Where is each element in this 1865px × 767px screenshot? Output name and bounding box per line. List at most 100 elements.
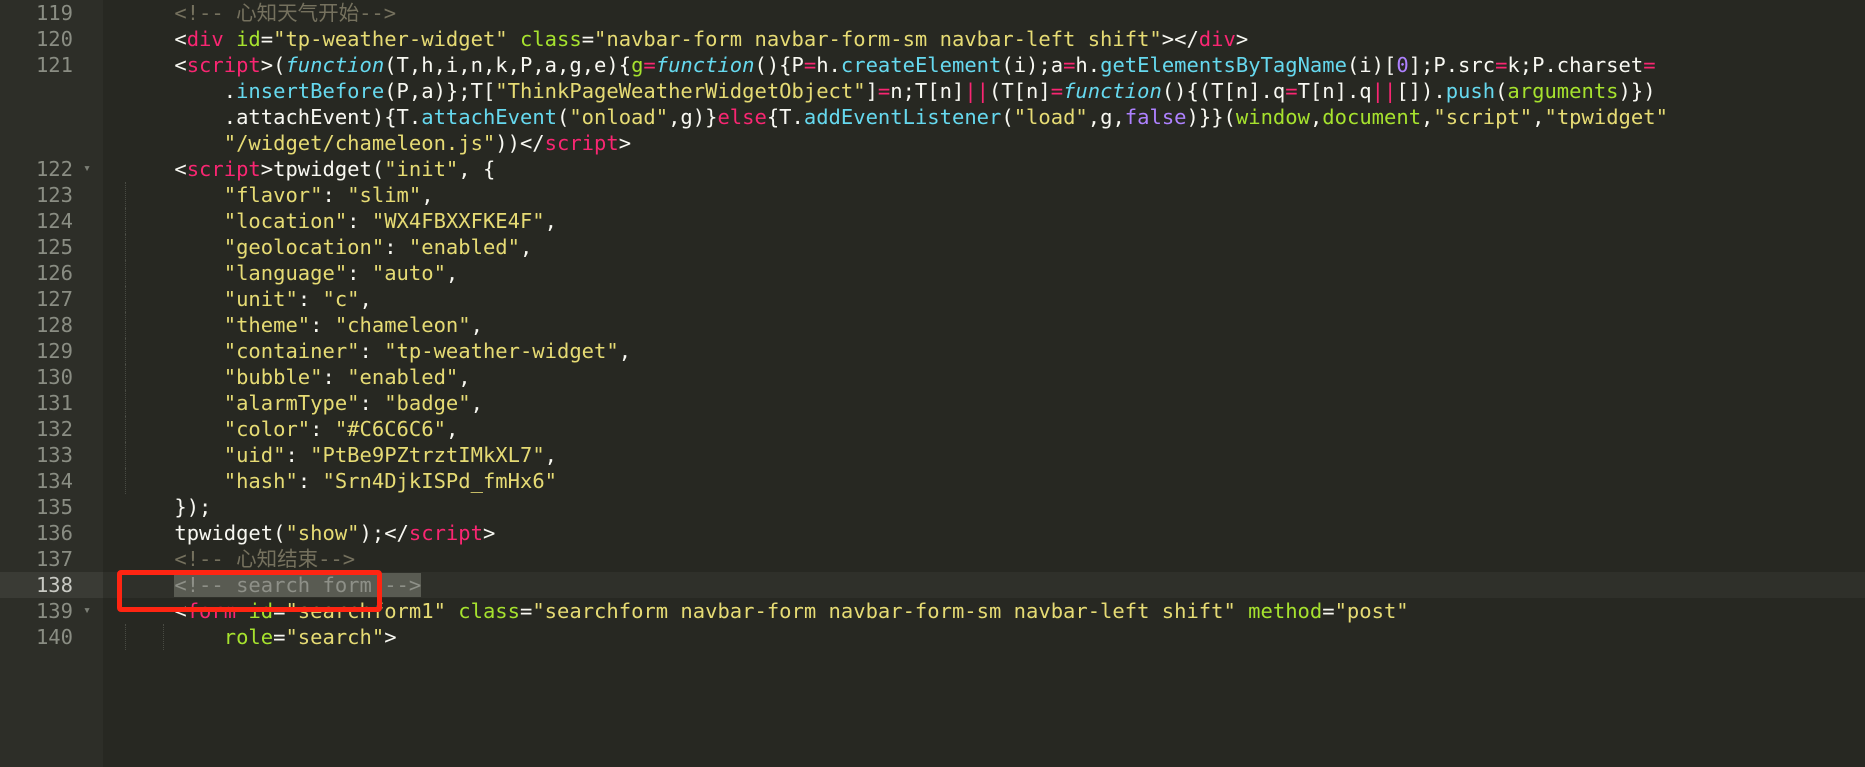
indent-guide — [125, 286, 126, 312]
line-number-133[interactable]: 133 — [0, 442, 103, 468]
line-number-136[interactable]: 136 — [0, 520, 103, 546]
line-number-122[interactable]: 122 ▾ — [0, 156, 103, 182]
code-token: "enabled" — [408, 235, 520, 259]
line-number-129[interactable]: 129 — [0, 338, 103, 364]
chevron-down-icon[interactable]: ▾ — [79, 598, 95, 624]
code-line-wrapped[interactable]: .attachEvent){T.attachEvent("onload",g)}… — [103, 104, 1865, 130]
line-number-label: 127 — [35, 287, 73, 311]
code-token: "color" — [223, 417, 311, 441]
line-number-119[interactable]: 119 — [0, 0, 103, 26]
line-number-135[interactable]: 135 — [0, 494, 103, 520]
code-line-wrapped[interactable]: "/widget/chameleon.js"))</script> — [103, 130, 1865, 156]
code-token: script — [186, 157, 261, 181]
code-token: ></ — [1161, 27, 1199, 51]
line-number-125[interactable]: 125 — [0, 234, 103, 260]
code-editor[interactable]: 119 120 121 122 ▾ 123 124 125 126 127 128 129 130 131… — [0, 0, 1865, 767]
code-line-136[interactable]: tpwidget("show");</script> — [103, 520, 1865, 546]
code-token: );</ — [359, 521, 409, 545]
line-number-120[interactable]: 120 — [0, 26, 103, 52]
code-line-121[interactable]: <script>(function(T,h,i,n,k,P,a,g,e){g=f… — [103, 52, 1865, 78]
line-number-gutter[interactable]: 119 120 121 122 ▾ 123 124 125 126 127 128 129 130 131… — [0, 0, 103, 767]
code-line-119[interactable]: <!-- 心知天气开始--> — [103, 0, 1865, 26]
code-token: < — [174, 157, 187, 181]
line-number-126[interactable]: 126 — [0, 260, 103, 286]
code-line-120[interactable]: <div id="tp-weather-widget" class="navba… — [103, 26, 1865, 52]
code-line-127[interactable]: "unit": "c", — [103, 286, 1865, 312]
line-number-127[interactable]: 127 — [0, 286, 103, 312]
code-token: = — [260, 27, 274, 51]
code-token: script — [186, 53, 261, 77]
code-token: , — [1421, 105, 1434, 129]
code-token: createElement — [840, 53, 1002, 77]
line-number-123[interactable]: 123 — [0, 182, 103, 208]
code-token: : — [384, 235, 409, 259]
code-token: "searchform1" — [285, 599, 446, 623]
line-number-137[interactable]: 137 — [0, 546, 103, 572]
code-content-area[interactable]: <!-- 心知天气开始--> <div id="tp-weather-widge… — [103, 0, 1865, 767]
code-token: else — [717, 105, 767, 129]
line-number-label: 130 — [35, 365, 73, 389]
code-line-wrapped[interactable]: .insertBefore(P,a)};T["ThinkPageWeatherW… — [103, 78, 1865, 104]
code-line-131[interactable]: "alarmType": "badge", — [103, 390, 1865, 416]
line-number-121[interactable]: 121 — [0, 52, 103, 78]
indent-guide — [125, 416, 126, 442]
code-token: "navbar-form navbar-form-sm navbar-left … — [594, 27, 1162, 51]
code-line-132[interactable]: "color": "#C6C6C6", — [103, 416, 1865, 442]
code-line-130[interactable]: "bubble": "enabled", — [103, 364, 1865, 390]
line-number-wrap[interactable] — [0, 104, 103, 130]
line-number-140[interactable]: 140 — [0, 624, 103, 650]
code-token: "WX4FBXXFKE4F" — [371, 209, 545, 233]
line-number-139[interactable]: 139 ▾ — [0, 598, 103, 624]
code-line-123[interactable]: "flavor": "slim", — [103, 182, 1865, 208]
line-number-label: 132 — [35, 417, 73, 441]
code-token: function — [655, 53, 755, 77]
line-number-124[interactable]: 124 — [0, 208, 103, 234]
code-line-139[interactable]: <form id="searchform1" class="searchform… — [103, 598, 1865, 624]
code-token: <!-- 心知天气开始--> — [174, 1, 397, 25]
code-token: >tpwidget( — [260, 157, 385, 181]
code-token: = — [643, 53, 656, 77]
line-number-138[interactable]: 138 — [0, 572, 103, 598]
code-line-133[interactable]: "uid": "PtBe9PZtrztIMkXL7", — [103, 442, 1865, 468]
code-line-134[interactable]: "hash": "Srn4DjkISPd_fmHx6" — [103, 468, 1865, 494]
line-number-wrap[interactable] — [0, 78, 103, 104]
code-token: = — [1322, 599, 1335, 623]
line-number-wrap[interactable] — [0, 130, 103, 156]
line-number-label: 126 — [35, 261, 73, 285]
code-token: "container" — [223, 339, 360, 363]
chevron-down-icon[interactable]: ▾ — [79, 156, 95, 182]
code-line-140[interactable]: role="search"> — [103, 624, 1865, 650]
code-line-128[interactable]: "theme": "chameleon", — [103, 312, 1865, 338]
code-token: "unit" — [223, 287, 298, 311]
indent-guide — [125, 260, 126, 286]
code-line-125[interactable]: "geolocation": "enabled", — [103, 234, 1865, 260]
code-token: (i)[ — [1346, 53, 1397, 77]
line-number-132[interactable]: 132 — [0, 416, 103, 442]
line-number-131[interactable]: 131 — [0, 390, 103, 416]
code-line-126[interactable]: "language": "auto", — [103, 260, 1865, 286]
code-token: = — [273, 599, 286, 623]
code-token: "alarmType" — [223, 391, 360, 415]
code-token: insertBefore — [236, 79, 385, 103]
code-line-135[interactable]: }); — [103, 494, 1865, 520]
code-line-129[interactable]: "container": "tp-weather-widget", — [103, 338, 1865, 364]
code-token: : — [359, 391, 385, 415]
code-token: > — [618, 131, 632, 155]
code-line-137[interactable]: <!-- 心知结束--> — [103, 546, 1865, 572]
line-number-label: 138 — [35, 573, 73, 597]
code-token: "chameleon" — [334, 313, 471, 337]
code-line-122[interactable]: <script>tpwidget("init", { — [103, 156, 1865, 182]
code-line-138[interactable]: <!-- search form --> — [103, 572, 1865, 598]
line-number-128[interactable]: 128 — [0, 312, 103, 338]
line-number-134[interactable]: 134 — [0, 468, 103, 494]
code-line-124[interactable]: "location": "WX4FBXXFKE4F", — [103, 208, 1865, 234]
line-number-130[interactable]: 130 — [0, 364, 103, 390]
